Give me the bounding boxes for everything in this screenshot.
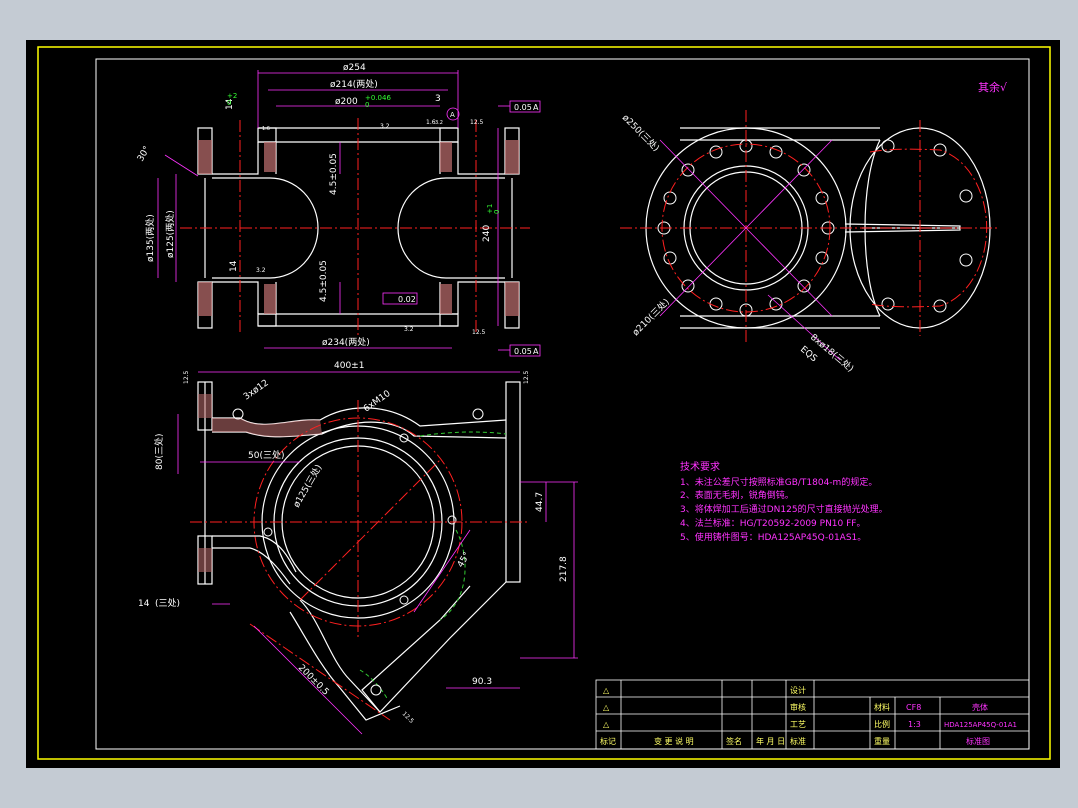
dim-250: ø250(三处) xyxy=(620,112,662,154)
notes-line-3: 3、将体焊加工后通过DN125的尺寸直接抛光处理。 xyxy=(680,503,888,515)
standard-drawing: 标准图 xyxy=(966,736,990,746)
role-process: 工艺 xyxy=(790,720,806,729)
cad-drawing-canvas[interactable]: 其余√ ø254 ø214(两处) ø200 +0.046 0 3 3.2 1.… xyxy=(0,0,1078,808)
dim-32d: 3.2 xyxy=(435,120,443,126)
inner-frame xyxy=(95,58,1030,750)
scale-value: 1:3 xyxy=(908,720,921,729)
dim-80: 80(三处) xyxy=(153,434,165,470)
label-weight: 重量 xyxy=(874,736,890,746)
dim-135: ø135(两处) xyxy=(144,214,156,262)
dim-50: 50(三处) xyxy=(248,449,284,461)
dim-45deg: 45° xyxy=(456,551,473,570)
technical-notes: 技术要求 1、未注公差尺寸按照标准GB/T1804-m的规定。 2、表面无毛刺，… xyxy=(680,460,888,543)
flatness-bottom: 0.05 xyxy=(514,347,532,356)
side-view-dims xyxy=(659,139,841,361)
dim-200-tol2: 0 xyxy=(365,101,369,109)
dim-200: ø200 xyxy=(335,97,358,107)
flatness-bottom-ref: A xyxy=(533,347,539,356)
notes-line-4: 4、法兰标准：HG/T20592-2009 PN10 FF。 xyxy=(680,517,865,529)
footer-standard: 标准 xyxy=(790,736,806,746)
dim-14b: 14 xyxy=(229,260,239,272)
dim-16b: 1.6 xyxy=(262,126,270,132)
dim-32c: 3.2 xyxy=(404,326,414,333)
dim-400: 400±1 xyxy=(334,361,364,371)
dim-45b: 4.5±0.05 xyxy=(319,260,329,302)
footer-mark: 标记 xyxy=(600,736,616,746)
dim-30deg: 30° xyxy=(136,145,153,164)
dim-234: ø234(两处) xyxy=(322,336,370,348)
footer-date: 年 月 日 xyxy=(756,736,785,746)
dim-210: ø210(三处) xyxy=(630,296,672,338)
dim-32b: 3.2 xyxy=(256,267,266,274)
rev-mark-3: △ xyxy=(603,720,610,729)
dim-125d: 12.5 xyxy=(523,370,530,384)
dim-125e: 12.5 xyxy=(401,710,416,725)
dim-3: 3 xyxy=(435,94,441,104)
notes-line-2: 2、表面无毛刺，锐角倒钝。 xyxy=(680,489,794,501)
part-name: 壳体 xyxy=(972,702,988,712)
flatness-mid: 0.02 xyxy=(398,295,416,304)
dim-32: 3.2 xyxy=(380,123,390,130)
role-design: 设计 xyxy=(790,685,806,695)
dim-447: 44.7 xyxy=(535,492,545,512)
material-value: CF8 xyxy=(906,703,921,712)
dim-14-tol2: 0 xyxy=(227,99,231,107)
dim-eqs: EQS xyxy=(798,345,819,365)
dim-45a: 4.5±0.05 xyxy=(329,153,339,195)
notes-line-1: 1、未注公差尺寸按照标准GB/T1804-m的规定。 xyxy=(680,476,877,488)
dim-14c-tol: (三处) xyxy=(155,597,180,609)
dim-14c: 14 xyxy=(138,599,150,609)
dim-125c: 12.5 xyxy=(183,370,190,384)
side-view xyxy=(645,127,991,329)
label-scale: 比例 xyxy=(874,719,890,729)
dim-240-tol2: 0 xyxy=(493,210,501,214)
footer-sign: 签名 xyxy=(726,736,742,746)
rev-mark-2: △ xyxy=(603,703,610,712)
top-view-centerlines xyxy=(180,118,530,338)
dim-3xm12: 3xø12 xyxy=(242,378,271,402)
roughness-mark: 其余√ xyxy=(978,80,1008,94)
notes-title: 技术要求 xyxy=(680,460,720,473)
flatness-top: 0.05 xyxy=(514,103,532,112)
dim-2178: 217.8 xyxy=(559,556,569,582)
dim-903: 90.3 xyxy=(472,677,492,687)
footer-change: 变 更 说 明 xyxy=(654,736,694,746)
dim-240: 240 xyxy=(482,225,492,242)
dim-254: ø254 xyxy=(343,63,366,73)
dim-125: ø125(两处) xyxy=(164,210,176,258)
front-view xyxy=(197,381,521,721)
sheet-border xyxy=(37,46,1051,760)
front-view-hidden xyxy=(359,431,507,701)
rev-mark-1: △ xyxy=(603,686,610,695)
role-review: 审核 xyxy=(790,702,806,712)
top-view-dims xyxy=(157,70,541,357)
datum-a: A xyxy=(450,111,455,119)
dim-125a: 12.5 xyxy=(470,119,484,126)
dim-125-circle: ø125(三处) xyxy=(290,462,324,509)
dim-214: ø214(两处) xyxy=(330,78,378,90)
front-view-centerlines xyxy=(190,400,530,721)
flatness-top-ref: A xyxy=(533,103,539,112)
label-material: 材料 xyxy=(874,702,890,712)
dim-125b: 12.5 xyxy=(472,329,486,336)
notes-line-5: 5、使用铸件图号：HDA125AP45Q-01AS1。 xyxy=(680,531,866,543)
drawing-number: HDA125AP45Q-01A1 xyxy=(944,721,1017,729)
